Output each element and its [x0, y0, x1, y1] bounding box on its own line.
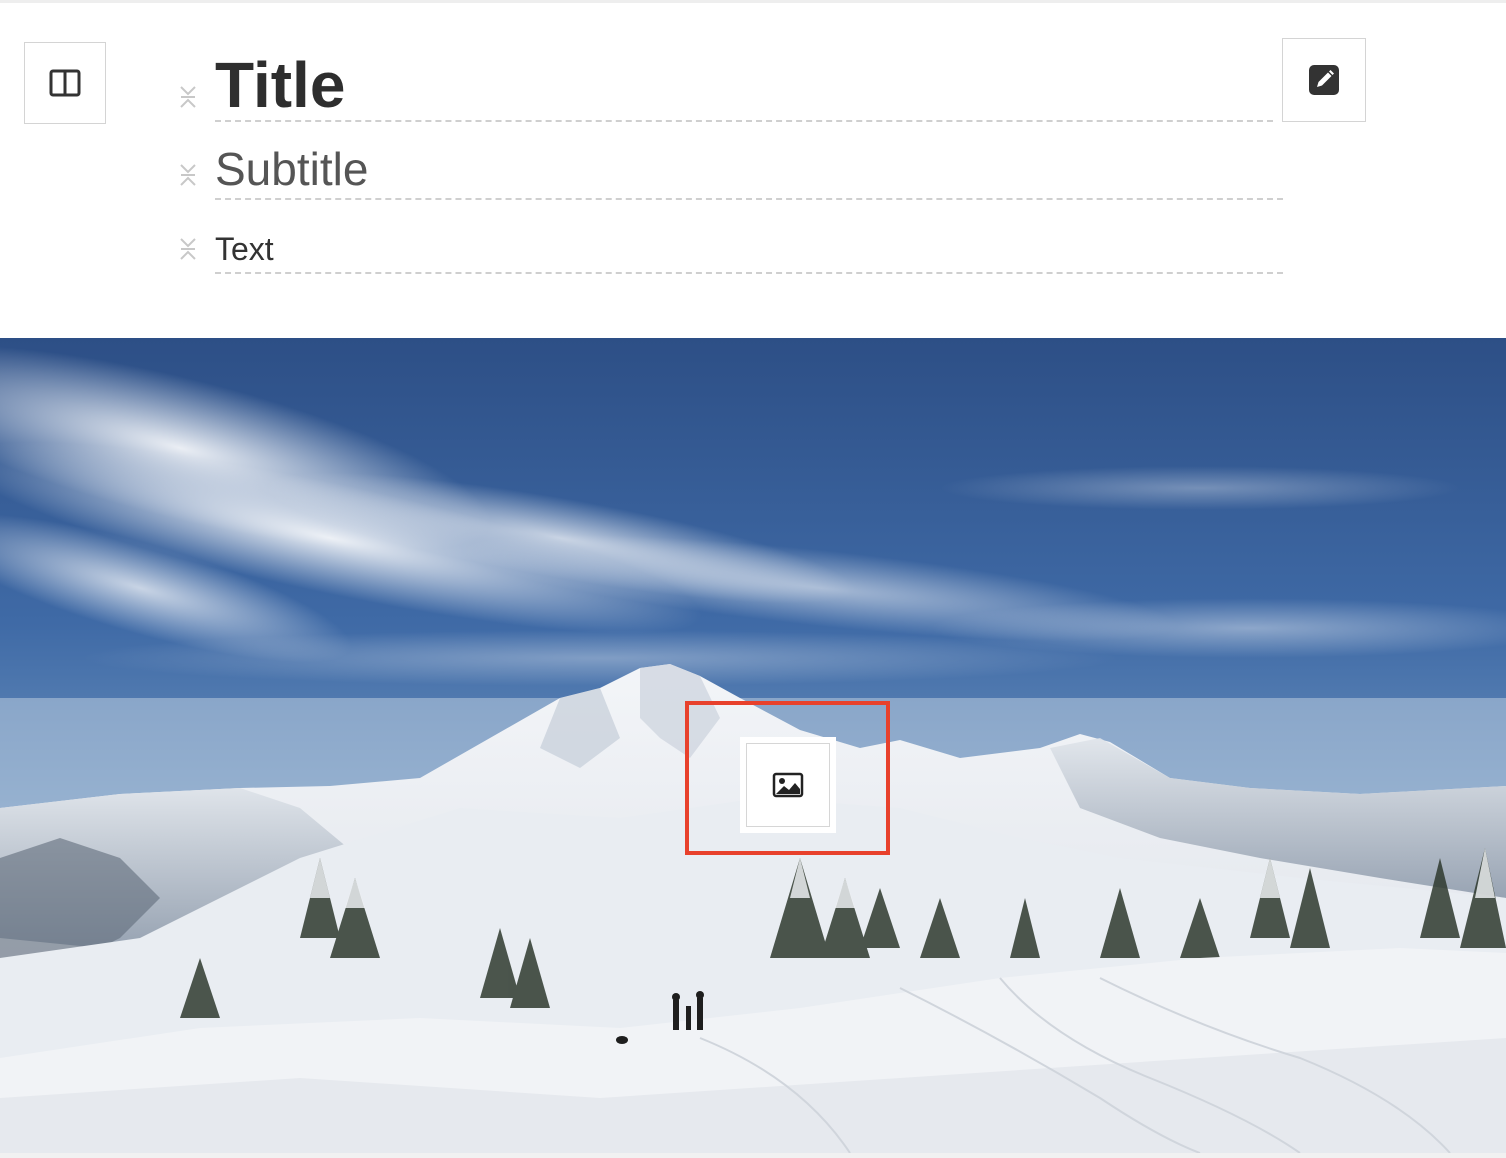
pencil-icon — [1309, 65, 1339, 95]
drag-handle-icon[interactable] — [178, 162, 198, 188]
bottom-border — [0, 1153, 1506, 1158]
title-block[interactable]: Title — [215, 48, 1273, 122]
editor-page: Title Subtitle Text — [0, 0, 1506, 1158]
change-image-button-frame — [746, 743, 830, 827]
drag-handle-icon[interactable] — [178, 84, 198, 110]
image-icon — [772, 772, 804, 798]
layout-toggle-button[interactable] — [24, 42, 106, 124]
subtitle-block[interactable]: Subtitle — [215, 140, 1283, 200]
drag-handle-icon[interactable] — [178, 236, 198, 262]
top-border — [0, 0, 1506, 3]
text-block[interactable]: Text — [215, 228, 1283, 274]
layout-columns-icon — [49, 69, 81, 97]
edit-button[interactable] — [1282, 38, 1366, 122]
change-image-button[interactable] — [740, 737, 836, 833]
